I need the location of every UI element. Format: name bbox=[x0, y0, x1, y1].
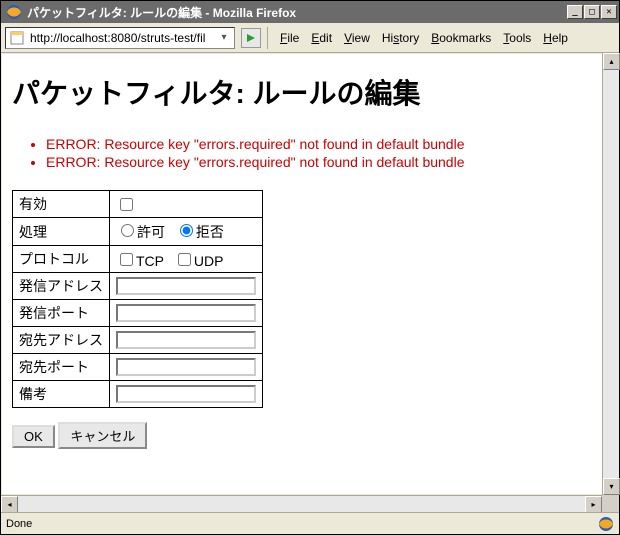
dst-addr-input[interactable] bbox=[116, 331, 256, 349]
menu-bookmarks[interactable]: Bookmarks bbox=[431, 31, 491, 45]
radio-deny-label: 拒否 bbox=[196, 224, 224, 240]
scroll-left-icon[interactable]: ◂ bbox=[1, 496, 18, 513]
src-addr-input[interactable] bbox=[116, 277, 256, 295]
menu-edit[interactable]: Edit bbox=[311, 31, 332, 45]
tcp-label: TCP bbox=[136, 253, 164, 269]
label-src-addr: 発信アドレス bbox=[13, 273, 110, 300]
remarks-input[interactable] bbox=[116, 385, 256, 403]
menu-tools[interactable]: Tools bbox=[503, 31, 531, 45]
url-box[interactable]: ▾ bbox=[5, 27, 235, 49]
radio-allow-label: 許可 bbox=[137, 224, 165, 240]
maximize-button[interactable]: □ bbox=[584, 5, 600, 19]
error-list: ERROR: Resource key "errors.required" no… bbox=[12, 136, 592, 170]
menu-file[interactable]: File bbox=[280, 31, 299, 45]
radio-allow[interactable] bbox=[121, 224, 134, 237]
firefox-icon bbox=[598, 516, 614, 532]
page-heading: パケットフィルタ: ルールの編集 bbox=[12, 72, 592, 112]
row-enabled: 有効 bbox=[13, 191, 263, 218]
vertical-scrollbar[interactable]: ▴ ▾ bbox=[602, 53, 619, 495]
label-dst-port: 宛先ポート bbox=[13, 354, 110, 381]
radio-deny[interactable] bbox=[180, 224, 193, 237]
tcp-checkbox[interactable] bbox=[120, 253, 133, 266]
row-dst-addr: 宛先アドレス bbox=[13, 327, 263, 354]
label-enabled: 有効 bbox=[13, 191, 110, 218]
label-protocol: プロトコル bbox=[13, 246, 110, 273]
menu-history[interactable]: History bbox=[382, 31, 419, 45]
form-table: 有効 処理 許可 拒否 プロトコル TCP UDP bbox=[12, 190, 263, 408]
cancel-button[interactable]: キャンセル bbox=[58, 422, 147, 449]
close-button[interactable]: ✕ bbox=[601, 5, 617, 19]
dst-port-input[interactable] bbox=[116, 358, 256, 376]
src-port-input[interactable] bbox=[116, 304, 256, 322]
label-dst-addr: 宛先アドレス bbox=[13, 327, 110, 354]
separator bbox=[267, 27, 268, 49]
row-dst-port: 宛先ポート bbox=[13, 354, 263, 381]
window-title: パケットフィルタ: ルールの編集 - Mozilla Firefox bbox=[27, 4, 296, 21]
horizontal-scrollbar[interactable]: ◂ ▸ bbox=[1, 495, 602, 512]
scroll-right-icon[interactable]: ▸ bbox=[585, 496, 602, 513]
udp-label: UDP bbox=[194, 253, 224, 269]
label-action: 処理 bbox=[13, 218, 110, 246]
browser-window: パケットフィルタ: ルールの編集 - Mozilla Firefox _ □ ✕… bbox=[0, 0, 620, 535]
error-item: ERROR: Resource key "errors.required" no… bbox=[46, 136, 592, 152]
error-item: ERROR: Resource key "errors.required" no… bbox=[46, 154, 592, 170]
page-content: パケットフィルタ: ルールの編集 ERROR: Resource key "er… bbox=[2, 54, 602, 494]
toolbar: ▾ File Edit View History Bookmarks Tools… bbox=[1, 23, 619, 53]
statusbar: Done bbox=[1, 512, 619, 534]
row-remarks: 備考 bbox=[13, 381, 263, 408]
status-text: Done bbox=[6, 518, 32, 530]
minimize-button[interactable]: _ bbox=[567, 5, 583, 19]
scroll-up-icon[interactable]: ▴ bbox=[603, 53, 620, 70]
menu-view[interactable]: View bbox=[344, 31, 370, 45]
ok-button[interactable]: OK bbox=[12, 425, 55, 448]
menu-help[interactable]: Help bbox=[543, 31, 568, 45]
titlebar: パケットフィルタ: ルールの編集 - Mozilla Firefox _ □ ✕ bbox=[1, 1, 619, 23]
label-remarks: 備考 bbox=[13, 381, 110, 408]
row-src-port: 発信ポート bbox=[13, 300, 263, 327]
udp-checkbox[interactable] bbox=[178, 253, 191, 266]
go-button[interactable] bbox=[241, 28, 261, 48]
url-input[interactable] bbox=[28, 30, 214, 46]
row-action: 処理 許可 拒否 bbox=[13, 218, 263, 246]
row-protocol: プロトコル TCP UDP bbox=[13, 246, 263, 273]
firefox-icon bbox=[6, 4, 22, 20]
scroll-corner bbox=[602, 495, 619, 512]
scroll-down-icon[interactable]: ▾ bbox=[603, 478, 620, 495]
page-icon bbox=[9, 30, 25, 46]
enabled-checkbox[interactable] bbox=[120, 198, 133, 211]
row-src-addr: 発信アドレス bbox=[13, 273, 263, 300]
chevron-down-icon[interactable]: ▾ bbox=[217, 31, 231, 45]
label-src-port: 発信ポート bbox=[13, 300, 110, 327]
menu-bar: File Edit View History Bookmarks Tools H… bbox=[274, 31, 568, 45]
